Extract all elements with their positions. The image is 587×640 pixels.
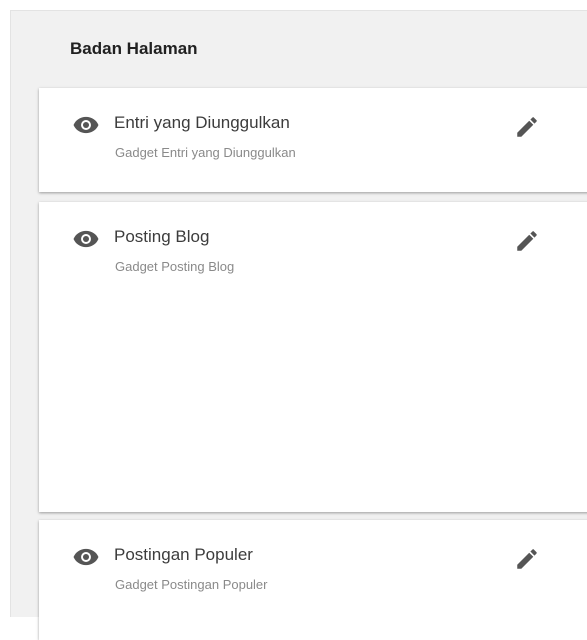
layout-section-panel: Badan Halaman Entri yang Diunggulkan Gad… bbox=[10, 10, 587, 640]
pencil-icon[interactable] bbox=[514, 546, 540, 572]
eye-icon[interactable] bbox=[73, 230, 99, 248]
pencil-icon[interactable] bbox=[514, 228, 540, 254]
gadget-card-popular-posts[interactable]: Postingan Populer Gadget Postingan Popul… bbox=[39, 520, 587, 640]
gadget-subtitle: Gadget Entri yang Diunggulkan bbox=[115, 145, 296, 160]
gadget-card-blog-posts[interactable]: Posting Blog Gadget Posting Blog bbox=[39, 202, 587, 512]
pencil-icon[interactable] bbox=[514, 114, 540, 140]
gadget-title: Entri yang Diunggulkan bbox=[114, 113, 290, 132]
gadget-title: Postingan Populer bbox=[114, 545, 253, 564]
eye-icon[interactable] bbox=[73, 116, 99, 134]
section-title: Badan Halaman bbox=[70, 39, 198, 58]
gadget-title: Posting Blog bbox=[114, 227, 210, 246]
eye-icon[interactable] bbox=[73, 548, 99, 566]
gadget-card-featured-post[interactable]: Entri yang Diunggulkan Gadget Entri yang… bbox=[39, 88, 587, 192]
gadget-subtitle: Gadget Postingan Populer bbox=[115, 577, 268, 592]
gadget-subtitle: Gadget Posting Blog bbox=[115, 259, 235, 274]
